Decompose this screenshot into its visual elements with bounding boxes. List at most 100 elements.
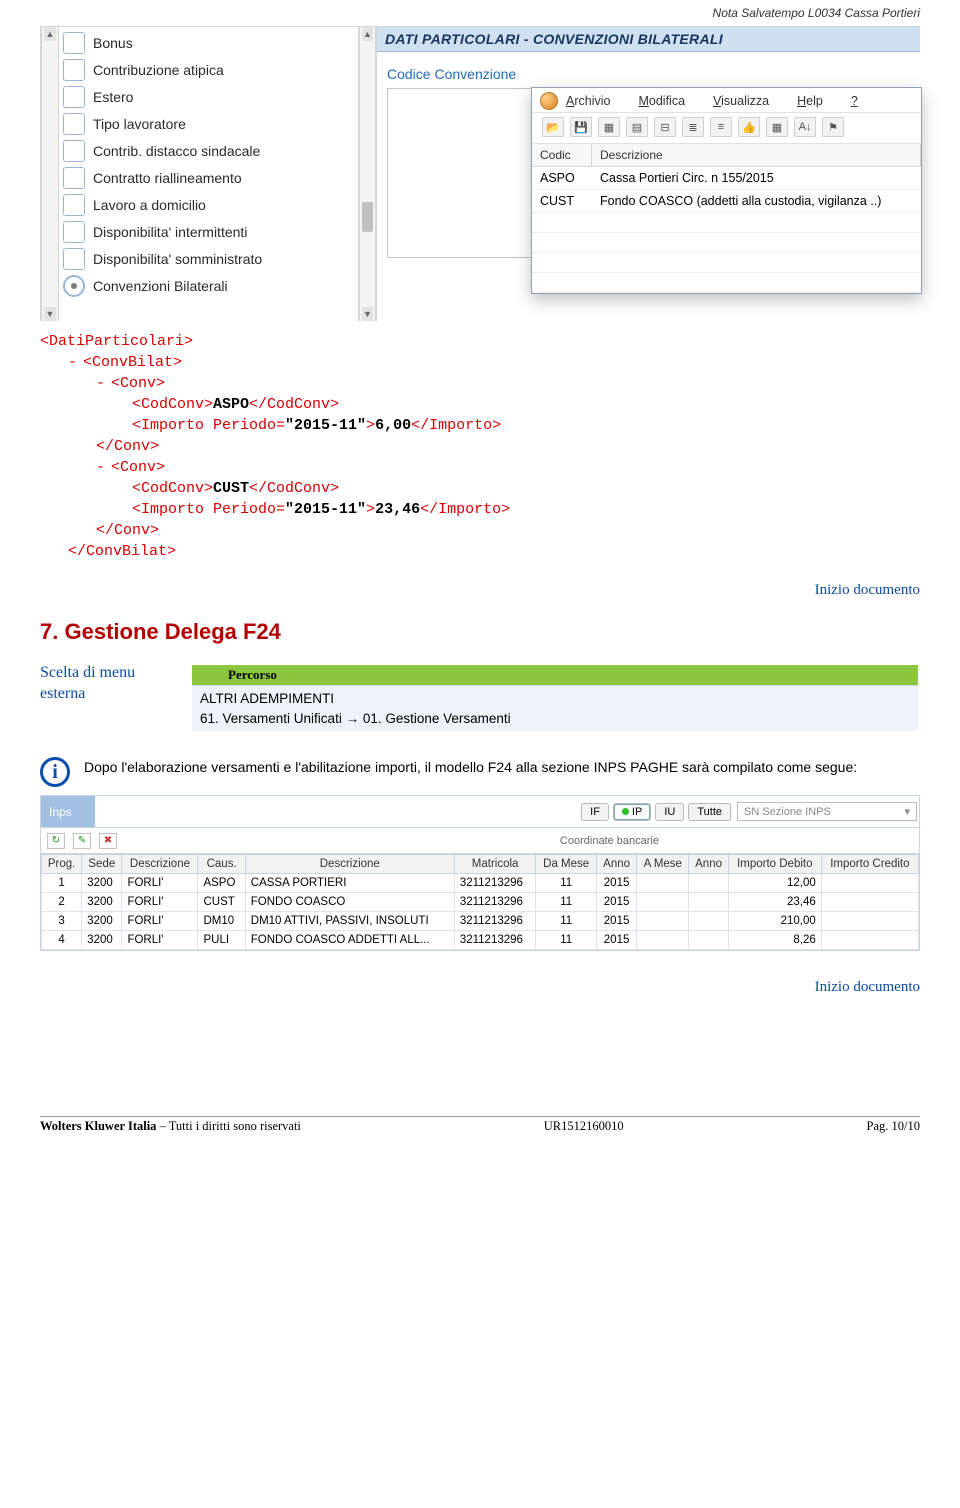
footer-page: Pag. 10/10 (867, 1119, 920, 1134)
app-orb-icon[interactable] (540, 92, 558, 110)
option-label: Disponibilita' intermittenti (93, 224, 247, 240)
menu-label: Scelta di menu esterna (40, 663, 160, 705)
mini-delete-icon[interactable]: ✖ (99, 833, 117, 849)
th-caus[interactable]: Caus. (198, 855, 245, 874)
right-pane: DATI PARTICOLARI - CONVENZIONI BILATERAL… (376, 27, 920, 321)
lookup-popup: Archivio Modifica Visualizza Help ? 📂 💾 … (531, 87, 922, 294)
mini-refresh-icon[interactable]: ↻ (47, 833, 65, 849)
toolbar-thumb-icon[interactable]: 👍 (738, 117, 760, 137)
footer-rights: – Tutti i diritti sono riservati (156, 1119, 300, 1133)
btn-iu[interactable]: IU (655, 803, 684, 821)
checkbox-icon[interactable] (63, 32, 85, 54)
toolbar-grid-icon[interactable]: ▦ (598, 117, 620, 137)
th-desc[interactable]: Descrizione (122, 855, 198, 874)
th-sede[interactable]: Sede (82, 855, 122, 874)
table-row[interactable]: 13200FORLI'ASPOCASSA PORTIERI32112132961… (42, 874, 919, 893)
option-label: Tipo lavoratore (93, 116, 186, 132)
checkbox-icon[interactable] (63, 221, 85, 243)
toolbar-form-icon[interactable]: ▤ (626, 117, 648, 137)
inps-table: Prog. Sede Descrizione Caus. Descrizione… (41, 854, 919, 950)
checkbox-icon[interactable] (63, 59, 85, 81)
scroll-down-icon[interactable]: ▼ (362, 307, 373, 321)
dot-icon (622, 808, 629, 815)
toolbar-list-icon[interactable]: ≣ (682, 117, 704, 137)
checkbox-icon[interactable] (63, 248, 85, 270)
toolbar-open-icon[interactable]: 📂 (542, 117, 564, 137)
link-inizio-1[interactable]: Inizio documento (40, 582, 920, 599)
th-deb[interactable]: Importo Debito (728, 855, 821, 874)
scroll-down-icon[interactable]: ▼ (44, 307, 56, 321)
radio-icon[interactable] (63, 275, 85, 297)
cell-code: CUST (532, 190, 592, 212)
popup-headers: Codic Descrizione (532, 144, 921, 167)
menu-question[interactable]: ? (851, 94, 858, 108)
btn-ip[interactable]: IP (613, 803, 651, 821)
th-cred[interactable]: Importo Credito (821, 855, 918, 874)
pane-subtitle: Codice Convenzione (377, 52, 920, 88)
toolbar-save-icon[interactable]: 💾 (570, 117, 592, 137)
popup-row[interactable]: CUST Fondo COASCO (addetti alla custodia… (532, 190, 921, 213)
app-screenshot: ▲ ▼ Bonus Contribuzione atipica Estero T… (40, 26, 920, 321)
link-inizio-2[interactable]: Inizio documento (40, 979, 920, 996)
path-body: ALTRI ADEMPIMENTI 61. Versamenti Unifica… (192, 685, 918, 731)
table-header-row: Prog. Sede Descrizione Caus. Descrizione… (42, 855, 919, 874)
section-7-title: 7. Gestione Delega F24 (40, 619, 920, 645)
menu-archivio[interactable]: Archivio (566, 94, 610, 108)
th-anno2[interactable]: Anno (689, 855, 728, 874)
popup-row[interactable]: ASPO Cassa Portieri Circ. n 155/2015 (532, 167, 921, 190)
toolbar-calendar-icon[interactable]: ▦ (766, 117, 788, 137)
checkbox-icon[interactable] (63, 86, 85, 108)
scroll-up-icon[interactable]: ▲ (362, 27, 373, 41)
th-anno[interactable]: Anno (596, 855, 636, 874)
th-matr[interactable]: Matricola (454, 855, 536, 874)
option-row: Contrib. distacco sindacale (63, 137, 354, 164)
toolbar-tree-icon[interactable]: ⊟ (654, 117, 676, 137)
info-text: Dopo l'elaborazione versamenti e l'abili… (84, 757, 857, 777)
left-scrollbar[interactable]: ▲ ▼ (42, 27, 59, 321)
menu-visualizza[interactable]: Visualizza (713, 94, 769, 108)
option-label: Contratto riallineamento (93, 170, 242, 186)
option-row: Contratto riallineamento (63, 164, 354, 191)
th-damese[interactable]: Da Mese (536, 855, 597, 874)
options-list: Bonus Contribuzione atipica Estero Tipo … (59, 27, 359, 321)
checkbox-icon[interactable] (63, 113, 85, 135)
option-label: Convenzioni Bilaterali (93, 278, 228, 294)
checkbox-icon[interactable] (63, 167, 85, 189)
col-codice[interactable]: Codic (532, 144, 592, 166)
th-amese[interactable]: A Mese (637, 855, 689, 874)
option-label: Bonus (93, 35, 133, 51)
mid-scrollbar[interactable]: ▲ ▼ (359, 27, 376, 321)
inps-dropdown[interactable]: SN Sezione INPS▾ (737, 802, 917, 821)
blank-row (532, 253, 921, 273)
inps-tab[interactable]: Inps (41, 796, 95, 827)
menu-modifica[interactable]: Modifica (638, 94, 685, 108)
cell-desc: Cassa Portieri Circ. n 155/2015 (592, 167, 921, 189)
option-row: Bonus (63, 29, 354, 56)
toolbar-flag-icon[interactable]: ⚑ (822, 117, 844, 137)
path-table: Percorso ALTRI ADEMPIMENTI 61. Versament… (190, 663, 920, 733)
scroll-thumb[interactable] (362, 202, 373, 232)
coord-label: Coordinate bancarie (560, 835, 659, 847)
page-header: Nota Salvatempo L0034 Cassa Portieri (40, 0, 920, 26)
col-descrizione[interactable]: Descrizione (592, 144, 921, 166)
btn-if[interactable]: IF (581, 803, 609, 821)
mini-edit-icon[interactable]: ✎ (73, 833, 91, 849)
pane-title: DATI PARTICOLARI - CONVENZIONI BILATERAL… (377, 27, 920, 52)
btn-tutte[interactable]: Tutte (688, 803, 731, 821)
cell-desc: Fondo COASCO (addetti alla custodia, vig… (592, 190, 921, 212)
cell-code: ASPO (532, 167, 592, 189)
toolbar-list2-icon[interactable]: ≡ (710, 117, 732, 137)
option-row: Estero (63, 83, 354, 110)
th-desc2[interactable]: Descrizione (245, 855, 454, 874)
checkbox-icon[interactable] (63, 140, 85, 162)
table-row[interactable]: 33200FORLI'DM10DM10 ATTIVI, PASSIVI, INS… (42, 912, 919, 931)
table-row[interactable]: 43200FORLI'PULIFONDO COASCO ADDETTI ALL.… (42, 931, 919, 950)
th-prog[interactable]: Prog. (42, 855, 82, 874)
xml-snippet: <DatiParticolari> -<ConvBilat> -<Conv> <… (40, 331, 920, 562)
option-label: Contribuzione atipica (93, 62, 224, 78)
menu-help[interactable]: Help (797, 94, 823, 108)
table-row[interactable]: 23200FORLI'CUSTFONDO COASCO3211213296112… (42, 893, 919, 912)
toolbar-sort-icon[interactable]: A↓ (794, 117, 816, 137)
checkbox-icon[interactable] (63, 194, 85, 216)
scroll-up-icon[interactable]: ▲ (44, 27, 56, 41)
